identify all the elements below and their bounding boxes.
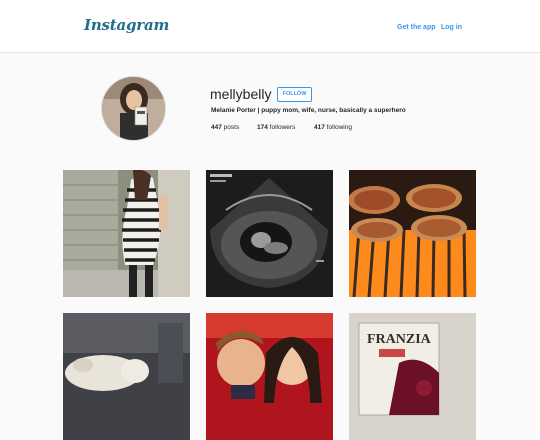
posts-label: posts [223,124,240,131]
follow-button[interactable]: FOLLOW [277,87,312,102]
following-count: 417 [314,124,325,131]
post-thumbnail-4[interactable] [63,313,190,440]
followers-label: followers [269,124,296,131]
post-thumbnail-1[interactable] [63,170,190,297]
post-image-2 [206,170,333,297]
post-thumbnail-2[interactable] [206,170,333,297]
posts-stat: 447 posts [211,124,239,131]
post-image-1 [63,170,190,297]
followers-count: 174 [257,124,268,131]
following-stat[interactable]: 417 following [314,124,352,131]
get-the-app-link[interactable]: Get the app [397,24,436,31]
post-image-3 [349,170,476,297]
profile-avatar[interactable] [101,76,166,141]
wine-box-label: FRANZIA [367,332,432,347]
profile-bio: Melanie Porter | puppy mom, wife, nurse,… [211,107,406,114]
followers-stat[interactable]: 174 followers [257,124,295,131]
profile-username: mellybelly [210,86,272,102]
log-in-link[interactable]: Log in [441,24,462,31]
avatar-photo [102,77,165,140]
post-thumbnail-5[interactable] [206,313,333,440]
top-navigation-bar: Instagram Get the app Log in [0,0,540,53]
following-label: following [326,124,352,131]
instagram-logo[interactable]: Instagram [84,16,169,34]
post-image-6: FRANZIA [349,313,476,440]
post-thumbnail-3[interactable] [349,170,476,297]
post-image-5 [206,313,333,440]
post-thumbnail-6[interactable]: FRANZIA [349,313,476,440]
posts-count: 447 [211,124,222,131]
post-image-4 [63,313,190,440]
